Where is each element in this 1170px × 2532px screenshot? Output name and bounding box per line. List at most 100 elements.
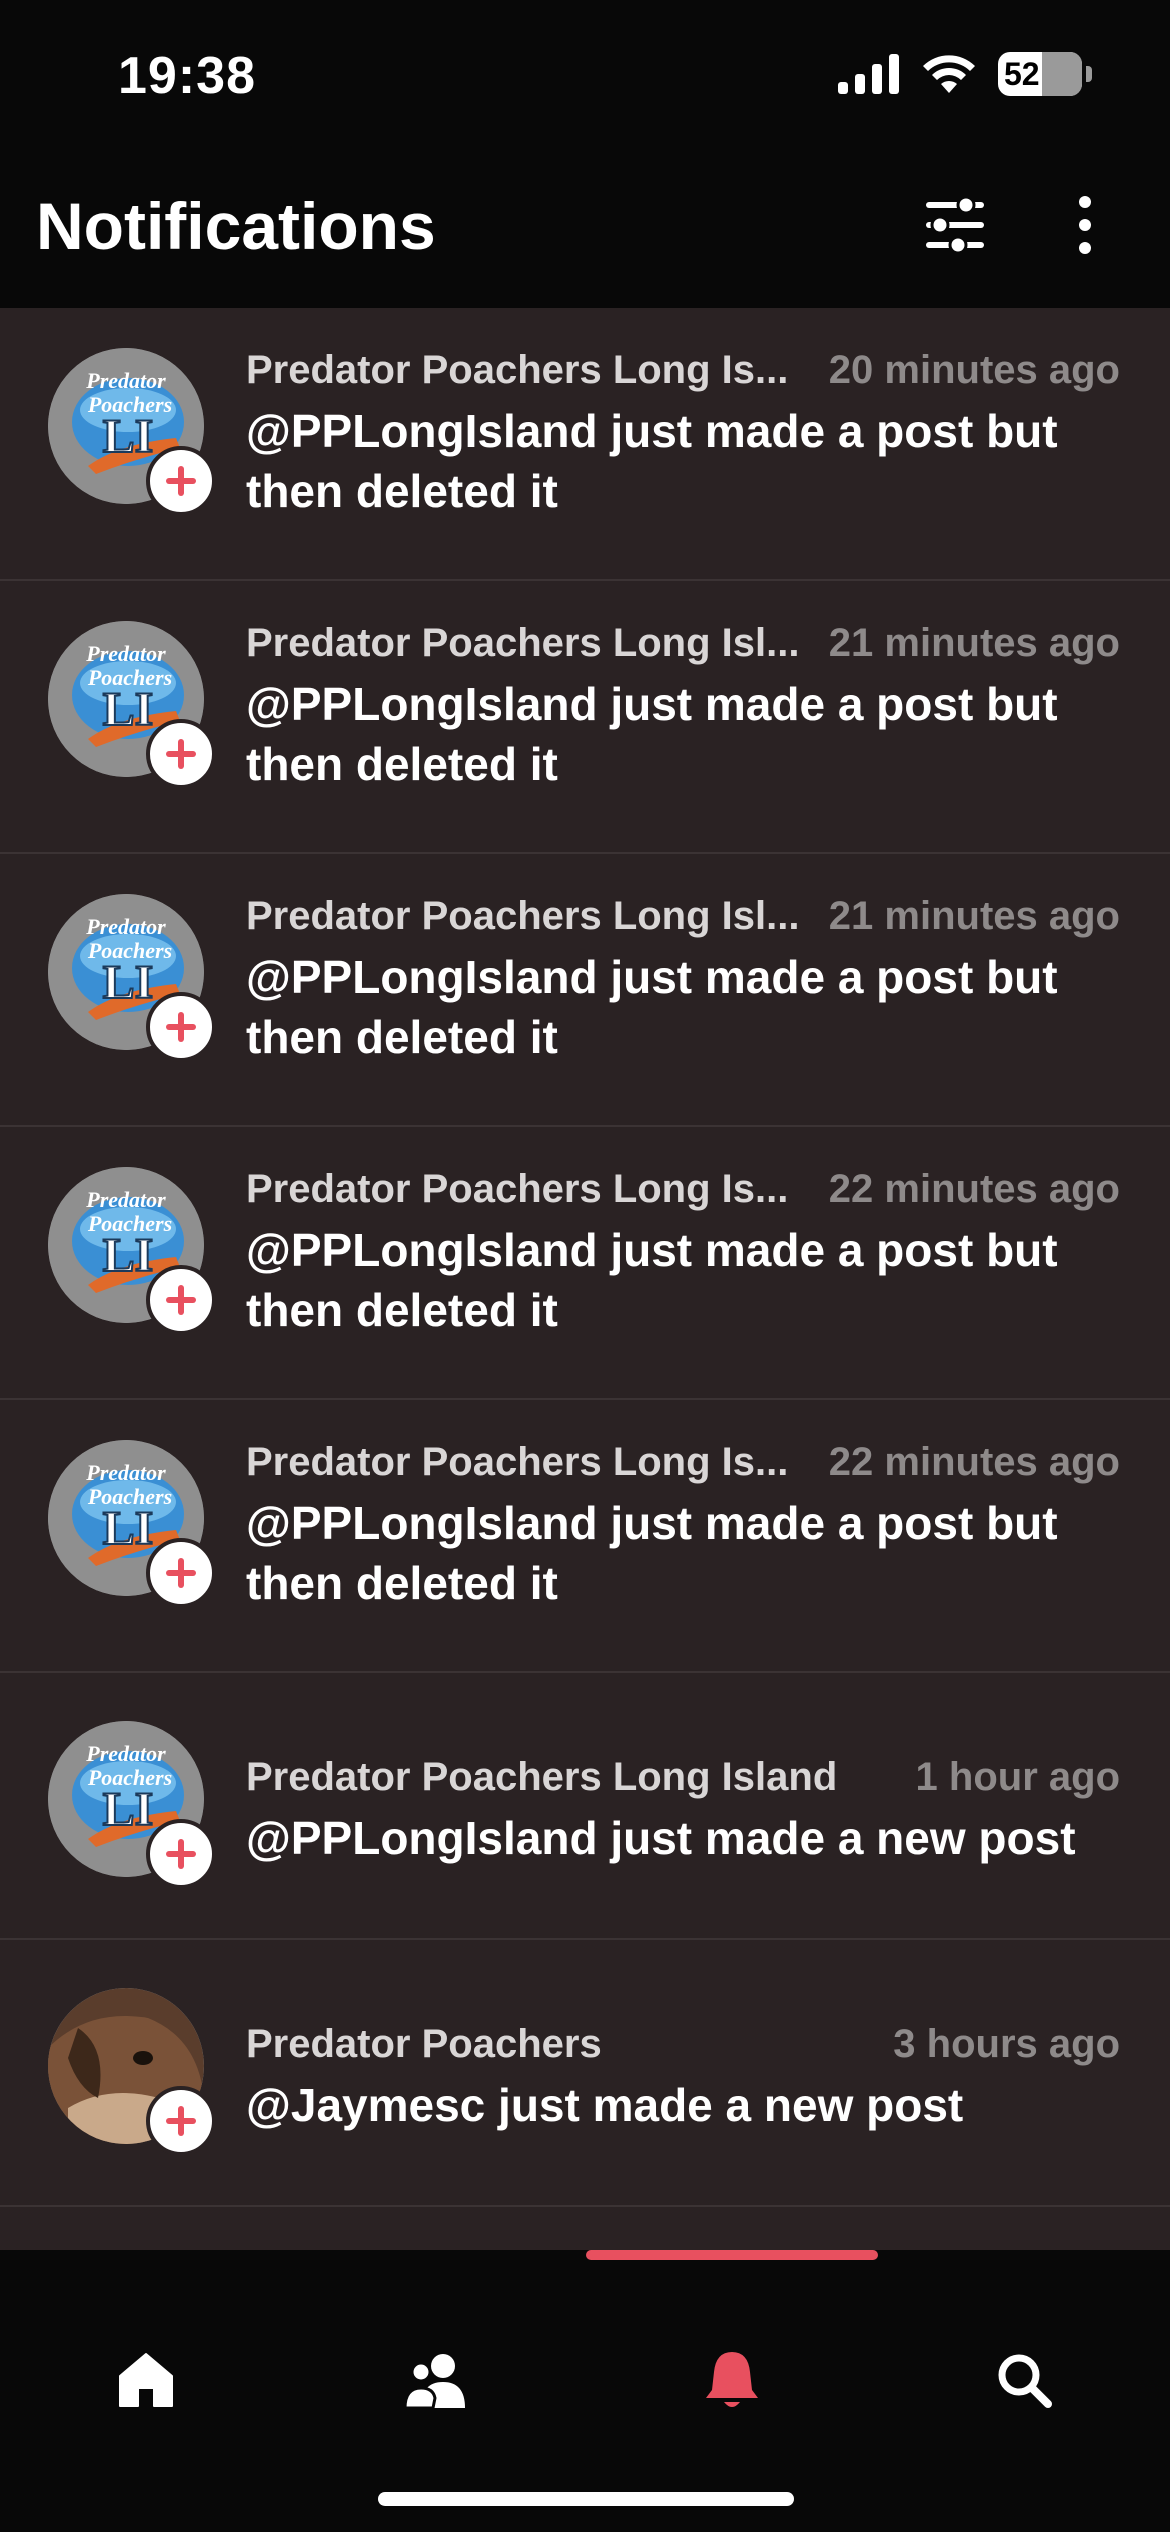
- follow-button[interactable]: [146, 2086, 216, 2156]
- sender-name: Predator Poachers Long Is...: [246, 1167, 789, 1211]
- notification-list: Predator Poachers LI Predator Poachers L…: [0, 308, 1170, 2250]
- battery-cap: [1086, 66, 1092, 82]
- svg-text:LI: LI: [103, 410, 154, 463]
- home-icon: [119, 2353, 173, 2407]
- timestamp: 20 minutes ago: [828, 348, 1120, 392]
- plus-icon: [166, 2106, 196, 2136]
- page-title: Notifications: [36, 189, 436, 263]
- timestamp: 3 hours ago: [893, 2022, 1120, 2066]
- svg-text:Predator: Predator: [85, 368, 166, 393]
- notification-item-partial[interactable]: [0, 2207, 1170, 2250]
- battery-level: 52: [1004, 55, 1040, 92]
- svg-text:Predator: Predator: [85, 914, 166, 939]
- notification-message: @PPLongIsland just made a post but then …: [246, 951, 1058, 1063]
- avatar-wrap: Predator Poachers LI: [48, 621, 218, 791]
- notification-message: @PPLongIsland just made a post but then …: [246, 1224, 1058, 1336]
- sender-name: Predator Poachers Long Island: [246, 1755, 838, 1799]
- follow-button[interactable]: [146, 992, 216, 1062]
- timestamp: 22 minutes ago: [828, 1440, 1120, 1484]
- notification-meta: Predator Poachers 3 hours ago: [246, 2022, 1120, 2067]
- notification-meta: Predator Poachers Long Island 1 hour ago: [246, 1755, 1120, 1800]
- notification-item[interactable]: Predator Poachers LI Predator Poachers L…: [0, 581, 1170, 854]
- plus-icon: [166, 739, 196, 769]
- plus-icon: [166, 1558, 196, 1588]
- notification-body: Predator Poachers Long Isl... 21 minutes …: [246, 894, 1120, 1067]
- notification-meta: Predator Poachers Long Isl... 21 minutes …: [246, 894, 1120, 939]
- notification-body: Predator Poachers Long Is... 22 minutes a…: [246, 1167, 1120, 1340]
- avatar-wrap: Predator Poachers LI: [48, 348, 218, 518]
- notification-meta: Predator Poachers Long Is... 22 minutes a…: [246, 1167, 1120, 1212]
- status-icons: 52: [838, 52, 1092, 96]
- notification-body: Predator Poachers Long Is... 22 minutes a…: [246, 1440, 1120, 1613]
- header: Notifications: [0, 150, 1170, 308]
- svg-text:Predator: Predator: [85, 641, 166, 666]
- nav-home[interactable]: [86, 2320, 206, 2440]
- wifi-icon: [923, 55, 975, 93]
- notification-message: @Jaymesc just made a new post: [246, 2079, 964, 2131]
- notification-item[interactable]: Predator Poachers LI Predator Poachers L…: [0, 1673, 1170, 1940]
- sender-name: Predator Poachers Long Isl...: [246, 621, 800, 665]
- svg-text:LI: LI: [103, 956, 154, 1009]
- notification-meta: Predator Poachers Long Is... 22 minutes a…: [246, 1440, 1120, 1485]
- notification-item[interactable]: Predator Poachers LI Predator Poachers L…: [0, 1400, 1170, 1673]
- sliders-icon: [926, 195, 984, 255]
- nav-people[interactable]: [378, 2320, 498, 2440]
- notification-item[interactable]: Predator Poachers LI Predator Poachers L…: [0, 308, 1170, 581]
- avatar-wrap: [48, 1988, 218, 2158]
- timestamp: 22 minutes ago: [828, 1167, 1120, 1211]
- notification-body: Predator Poachers 3 hours ago @Jaymesc jus…: [246, 2022, 1120, 2135]
- cellular-signal-icon: [838, 54, 899, 94]
- timestamp: 1 hour ago: [915, 1755, 1120, 1799]
- notification-item[interactable]: Predator Poachers LI Predator Poachers L…: [0, 854, 1170, 1127]
- more-options-button[interactable]: [1060, 190, 1110, 260]
- notification-body: Predator Poachers Long Isl... 21 minutes …: [246, 621, 1120, 794]
- sender-name: Predator Poachers Long Isl...: [246, 894, 800, 938]
- notification-message: @PPLongIsland just made a post but then …: [246, 678, 1058, 790]
- avatar-wrap: Predator Poachers LI: [48, 1440, 218, 1610]
- notification-body: Predator Poachers Long Island 1 hour ago @…: [246, 1755, 1120, 1868]
- notification-meta: Predator Poachers Long Isl... 21 minutes …: [246, 621, 1120, 666]
- svg-text:LI: LI: [103, 683, 154, 736]
- follow-button[interactable]: [146, 1819, 216, 1889]
- timestamp: 21 minutes ago: [828, 894, 1120, 938]
- timestamp: 21 minutes ago: [828, 621, 1120, 665]
- plus-icon: [166, 1839, 196, 1869]
- notification-message: @PPLongIsland just made a post but then …: [246, 1497, 1058, 1609]
- follow-button[interactable]: [146, 1265, 216, 1335]
- notification-body: Predator Poachers Long Is... 20 minutes a…: [246, 348, 1120, 521]
- status-bar: 19:38 52: [0, 0, 1170, 150]
- sender-name: Predator Poachers Long Is...: [246, 1440, 789, 1484]
- sender-name: Predator Poachers Long Is...: [246, 348, 789, 392]
- svg-text:Predator: Predator: [85, 1741, 166, 1766]
- bell-icon: [706, 2352, 758, 2407]
- plus-icon: [166, 466, 196, 496]
- svg-text:LI: LI: [103, 1502, 154, 1555]
- plus-icon: [166, 1012, 196, 1042]
- follow-button[interactable]: [146, 446, 216, 516]
- svg-text:LI: LI: [103, 1783, 154, 1836]
- nav-search[interactable]: [964, 2320, 1084, 2440]
- filter-button[interactable]: [920, 190, 990, 260]
- search-icon: [998, 2354, 1052, 2408]
- notification-item[interactable]: Predator Poachers LI Predator Poachers L…: [0, 1127, 1170, 1400]
- status-time: 19:38: [118, 47, 256, 105]
- avatar-wrap: Predator Poachers LI: [48, 1721, 218, 1891]
- people-icon: [403, 2354, 465, 2410]
- nav-notifications[interactable]: [672, 2320, 792, 2440]
- follow-button[interactable]: [146, 1538, 216, 1608]
- svg-text:Predator: Predator: [85, 1187, 166, 1212]
- notification-message: @PPLongIsland just made a new post: [246, 1812, 1076, 1864]
- battery-indicator: 52: [998, 52, 1082, 96]
- home-indicator: [378, 2492, 794, 2506]
- follow-button[interactable]: [146, 719, 216, 789]
- active-tab-indicator: [586, 2250, 878, 2260]
- notification-message: @PPLongIsland just made a post but then …: [246, 405, 1058, 517]
- notification-item[interactable]: Predator Poachers 3 hours ago @Jaymesc jus…: [0, 1940, 1170, 2207]
- avatar-wrap: Predator Poachers LI: [48, 1167, 218, 1337]
- bottom-navigation: [0, 2250, 1170, 2532]
- notification-meta: Predator Poachers Long Is... 20 minutes a…: [246, 348, 1120, 393]
- svg-text:Predator: Predator: [85, 1460, 166, 1485]
- avatar-wrap: Predator Poachers LI: [48, 894, 218, 1064]
- sender-name: Predator Poachers: [246, 2022, 602, 2066]
- plus-icon: [166, 1285, 196, 1315]
